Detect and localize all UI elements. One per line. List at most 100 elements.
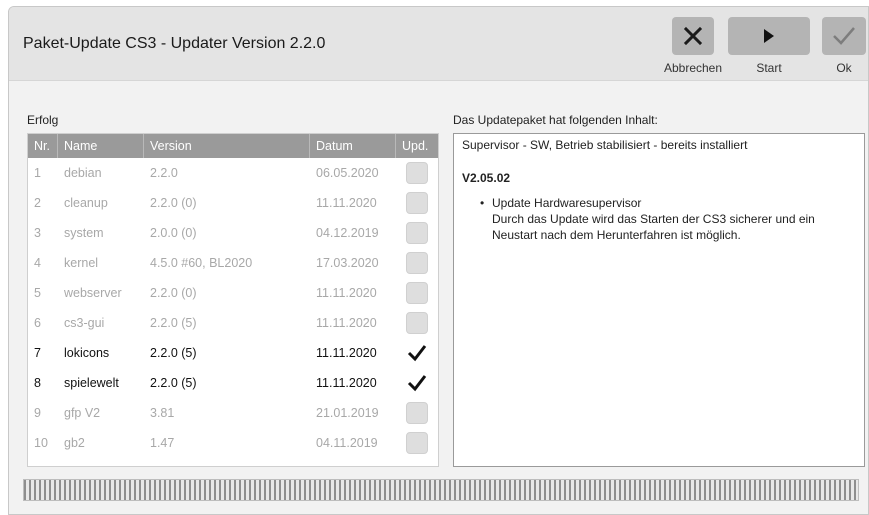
row-nr: 3 (34, 226, 41, 240)
row-version: 2.0.0 (0) (150, 226, 197, 240)
table-row[interactable]: 5 webserver 2.2.0 (0) 11.11.2020 (28, 278, 438, 308)
table-row[interactable]: 4 kernel 4.5.0 #60, BL2020 17.03.2020 (28, 248, 438, 278)
row-upd (396, 432, 430, 454)
result-label: Erfolg (27, 113, 59, 127)
row-upd (396, 312, 430, 334)
bullet-title: Update Hardwaresupervisor (492, 196, 642, 210)
content-version: V2.05.02 (462, 171, 511, 185)
row-version: 2.2.0 (5) (150, 346, 197, 360)
start-button-label: Start (756, 61, 782, 75)
row-name: debian (64, 166, 102, 180)
table-body: 1 debian 2.2.0 06.05.2020 2 cleanup 2.2.0 (0) 1… (28, 158, 438, 458)
row-upd (396, 372, 430, 394)
column-header-nr[interactable]: Nr. (28, 134, 58, 158)
row-upd (396, 252, 430, 274)
row-name: webserver (64, 286, 122, 300)
update-checkbox[interactable] (406, 372, 428, 394)
row-version: 2.2.0 (5) (150, 376, 197, 390)
update-checkbox[interactable] (406, 282, 428, 304)
progress-bar (23, 479, 859, 501)
updater-window: Paket-Update CS3 - Updater Version 2.2.0… (8, 6, 869, 515)
table-row[interactable]: 2 cleanup 2.2.0 (0) 11.11.2020 (28, 188, 438, 218)
content-header: Supervisor - SW, Betrieb stabilisiert - … (462, 138, 748, 152)
column-header-date[interactable]: Datum (310, 134, 396, 158)
package-content-label: Das Updatepaket hat folgenden Inhalt: (453, 113, 658, 127)
row-version: 2.2.0 (0) (150, 286, 197, 300)
update-checkbox[interactable] (406, 252, 428, 274)
row-name: kernel (64, 256, 99, 270)
column-header-upd[interactable]: Upd. (396, 134, 430, 158)
update-checkbox[interactable] (406, 342, 428, 364)
row-date: 06.05.2020 (316, 166, 379, 180)
row-version: 2.2.0 (0) (150, 196, 197, 210)
row-upd (396, 282, 430, 304)
update-checkbox[interactable] (406, 162, 428, 184)
row-name: gfp V2 (64, 406, 101, 420)
play-icon (764, 29, 774, 43)
window-title: Paket-Update CS3 - Updater Version 2.2.0 (23, 35, 326, 52)
table-row[interactable]: 7 lokicons 2.2.0 (5) 11.11.2020 (28, 338, 438, 368)
column-header-version[interactable]: Version (144, 134, 310, 158)
table-row[interactable]: 3 system 2.0.0 (0) 04.12.2019 (28, 218, 438, 248)
row-date: 11.11.2020 (316, 376, 377, 390)
row-date: 17.03.2020 (316, 256, 379, 270)
row-version: 2.2.0 (150, 166, 178, 180)
row-date: 04.12.2019 (316, 226, 379, 240)
row-date: 21.01.2019 (316, 406, 379, 420)
row-date: 11.11.2020 (316, 346, 377, 360)
row-name: gb2 (64, 436, 85, 450)
row-nr: 7 (34, 346, 41, 360)
checkmark-icon (407, 375, 427, 392)
column-header-name[interactable]: Name (58, 134, 144, 158)
close-icon (683, 26, 703, 46)
row-date: 11.11.2020 (316, 196, 377, 210)
table-row[interactable]: 6 cs3-gui 2.2.0 (5) 11.11.2020 (28, 308, 438, 338)
row-nr: 8 (34, 376, 41, 390)
table-row[interactable]: 8 spielewelt 2.2.0 (5) 11.11.2020 (28, 368, 438, 398)
table-header: Nr. Name Version Datum Upd. (28, 134, 438, 158)
update-checkbox[interactable] (406, 402, 428, 424)
bullet-icon: • (480, 196, 485, 210)
cancel-button[interactable]: Abbrechen (657, 17, 729, 77)
row-nr: 6 (34, 316, 41, 330)
row-version: 2.2.0 (5) (150, 316, 197, 330)
row-name: cleanup (64, 196, 108, 210)
row-date: 11.11.2020 (316, 316, 377, 330)
row-version: 3.81 (150, 406, 175, 420)
row-name: system (64, 226, 104, 240)
title-bar: Paket-Update CS3 - Updater Version 2.2.0… (9, 7, 868, 81)
ok-button-label: Ok (836, 61, 852, 75)
row-upd (396, 342, 430, 364)
row-nr: 1 (34, 166, 41, 180)
package-content-box: Supervisor - SW, Betrieb stabilisiert - … (453, 133, 865, 467)
table-row[interactable]: 1 debian 2.2.0 06.05.2020 (28, 158, 438, 188)
row-upd (396, 192, 430, 214)
row-name: spielewelt (64, 376, 119, 390)
content-bullet: • Update Hardwaresupervisor Durch das Up… (480, 195, 860, 243)
package-table: Nr. Name Version Datum Upd. 1 debian 2.2.0… (27, 133, 439, 467)
row-nr: 9 (34, 406, 41, 420)
update-checkbox[interactable] (406, 312, 428, 334)
row-date: 11.11.2020 (316, 286, 377, 300)
update-checkbox[interactable] (406, 432, 428, 454)
update-checkbox[interactable] (406, 222, 428, 244)
row-nr: 2 (34, 196, 41, 210)
row-version: 1.47 (150, 436, 175, 450)
row-nr: 10 (34, 436, 48, 450)
checkmark-icon (833, 27, 855, 45)
row-name: lokicons (64, 346, 110, 360)
row-name: cs3-gui (64, 316, 105, 330)
row-upd (396, 162, 430, 184)
row-date: 04.11.2019 (316, 436, 378, 450)
start-button[interactable]: Start (727, 17, 811, 77)
cancel-button-label: Abbrechen (663, 61, 723, 75)
update-checkbox[interactable] (406, 192, 428, 214)
row-nr: 4 (34, 256, 41, 270)
ok-button[interactable]: Ok (821, 17, 867, 77)
checkmark-icon (407, 345, 427, 362)
table-row[interactable]: 10 gb2 1.47 04.11.2019 (28, 428, 438, 458)
table-row[interactable]: 9 gfp V2 3.81 21.01.2019 (28, 398, 438, 428)
row-version: 4.5.0 #60, BL2020 (150, 256, 253, 270)
bullet-text: Durch das Update wird das Starten der CS… (492, 212, 815, 242)
row-upd (396, 222, 430, 244)
